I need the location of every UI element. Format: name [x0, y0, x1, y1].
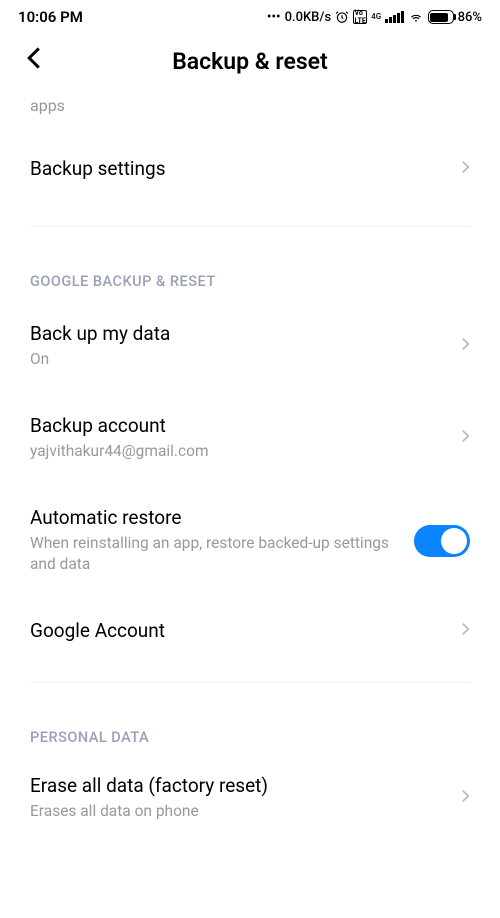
- backup-settings-title: Backup settings: [30, 157, 441, 180]
- backup-my-data-title: Back up my data: [30, 322, 441, 345]
- chevron-right-icon: [461, 336, 470, 356]
- divider: [30, 226, 470, 227]
- personal-data-section-header: PERSONAL DATA: [30, 701, 470, 756]
- wifi-icon: [408, 10, 424, 24]
- backup-account-row[interactable]: Backup account yajvithakur44@gmail.com: [30, 392, 470, 484]
- automatic-restore-toggle[interactable]: [414, 525, 470, 557]
- battery-percent: 86%: [458, 10, 482, 25]
- chevron-right-icon: [461, 621, 470, 641]
- backup-my-data-row[interactable]: Back up my data On: [30, 300, 470, 392]
- erase-all-data-subtitle: Erases all data on phone: [30, 801, 441, 822]
- divider: [30, 682, 470, 683]
- data-speed: 0.0KB/s: [285, 10, 332, 25]
- partial-description: apps: [30, 95, 470, 117]
- chevron-right-icon: [461, 159, 470, 179]
- backup-my-data-subtitle: On: [30, 349, 441, 370]
- network-type: 4G: [371, 13, 381, 21]
- page-header: Backup & reset: [0, 30, 500, 95]
- page-title: Backup & reset: [20, 48, 480, 75]
- erase-all-data-title: Erase all data (factory reset): [30, 774, 441, 797]
- chevron-right-icon: [461, 428, 470, 448]
- battery-icon: [428, 10, 454, 24]
- chevron-right-icon: [461, 788, 470, 808]
- alarm-icon: [335, 10, 349, 24]
- google-backup-section-header: GOOGLE BACKUP & RESET: [30, 245, 470, 300]
- backup-settings-row[interactable]: Backup settings: [30, 123, 470, 208]
- backup-account-subtitle: yajvithakur44@gmail.com: [30, 441, 441, 462]
- google-account-row[interactable]: Google Account: [30, 597, 470, 664]
- back-button[interactable]: [25, 46, 43, 77]
- signal-icon: [385, 11, 404, 23]
- google-account-title: Google Account: [30, 619, 441, 642]
- automatic-restore-title: Automatic restore: [30, 506, 394, 529]
- erase-all-data-row[interactable]: Erase all data (factory reset) Erases al…: [30, 756, 470, 840]
- automatic-restore-row: Automatic restore When reinstalling an a…: [30, 484, 470, 597]
- status-bar: 10:06 PM ••• 0.0KB/s VoLTE 4G 86%: [0, 0, 500, 30]
- toggle-knob: [441, 528, 467, 554]
- status-indicators: ••• 0.0KB/s VoLTE 4G 86%: [267, 10, 482, 25]
- backup-account-title: Backup account: [30, 414, 441, 437]
- volte-icon: VoLTE: [353, 10, 367, 24]
- more-icon: •••: [267, 10, 281, 25]
- automatic-restore-subtitle: When reinstalling an app, restore backed…: [30, 533, 394, 575]
- status-time: 10:06 PM: [18, 8, 83, 26]
